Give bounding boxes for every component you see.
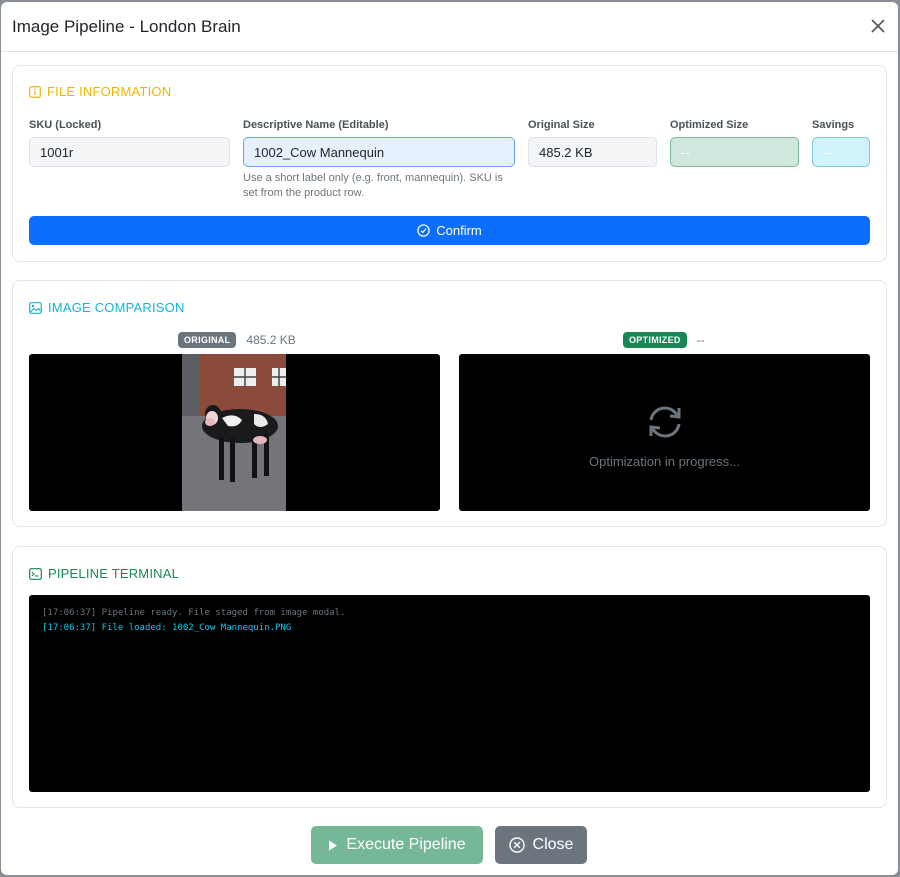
optimized-image-pane: Optimization in progress... <box>459 354 870 511</box>
sku-field: 1001r <box>29 137 230 167</box>
savings-label: Savings <box>812 119 855 131</box>
close-button[interactable]: Close <box>495 826 587 864</box>
close-label: Close <box>532 836 574 853</box>
optimization-progress-text: Optimization in progress... <box>588 454 740 469</box>
execute-pipeline-button[interactable]: Execute Pipeline <box>311 826 483 864</box>
terminal-output[interactable]: [17:06:37] Pipeline ready. File staged f… <box>29 595 870 792</box>
play-icon <box>329 840 338 850</box>
savings-field: -- <box>812 137 870 167</box>
modal-header: Image Pipeline - London Brain <box>1 2 898 52</box>
confirm-label: Confirm <box>436 223 482 238</box>
original-badge: ORIGINAL <box>178 332 237 348</box>
check-circle-icon <box>417 224 430 237</box>
descriptive-name-input[interactable]: 1002_Cow Mannequin <box>243 137 515 167</box>
original-meta: ORIGINAL 485.2 KB <box>178 332 296 348</box>
file-information-title: FILE INFORMATION <box>47 84 172 99</box>
original-size-label: Original Size <box>528 119 595 131</box>
info-icon <box>29 85 41 98</box>
optimized-file-size: -- <box>696 333 705 347</box>
optimization-status: Optimization in progress... <box>459 404 870 469</box>
optimized-size-label: Optimized Size <box>670 119 749 131</box>
file-information-heading: FILE INFORMATION <box>29 84 171 99</box>
original-file-size: 485.2 KB <box>246 333 296 347</box>
image-comparison-title: IMAGE COMPARISON <box>48 300 185 315</box>
descriptive-name-help: Use a short label only (e.g. front, mann… <box>243 172 503 199</box>
terminal-icon <box>29 567 42 580</box>
optimized-badge: OPTIMIZED <box>623 332 687 348</box>
original-image-pane <box>29 354 440 511</box>
file-information-card: FILE INFORMATION SKU (Locked) 1001r Desc… <box>12 65 887 262</box>
image-pipeline-modal: Image Pipeline - London Brain FILE INFOR… <box>1 2 898 875</box>
pipeline-terminal-heading: PIPELINE TERMINAL <box>29 566 179 581</box>
pipeline-terminal-card: PIPELINE TERMINAL [17:06:37] Pipeline re… <box>12 546 887 808</box>
descriptive-name-label: Descriptive Name (Editable) <box>243 119 389 131</box>
close-circle-icon <box>508 837 525 853</box>
optimized-size-field: -- <box>670 137 799 167</box>
confirm-button[interactable]: Confirm <box>29 216 870 245</box>
modal-title: Image Pipeline - London Brain <box>12 16 241 36</box>
pipeline-terminal-title: PIPELINE TERMINAL <box>48 566 180 581</box>
terminal-line: [17:06:37] File loaded: 1002_Cow Mannequ… <box>42 623 292 633</box>
original-image <box>182 354 286 511</box>
image-comparison-heading: IMAGE COMPARISON <box>29 300 185 315</box>
image-icon <box>29 301 42 314</box>
close-icon[interactable] <box>868 16 888 36</box>
optimized-meta: OPTIMIZED -- <box>623 332 705 348</box>
terminal-line: [17:06:37] Pipeline ready. File staged f… <box>42 608 346 618</box>
execute-pipeline-label: Execute Pipeline <box>346 836 466 853</box>
image-comparison-card: IMAGE COMPARISON ORIGINAL 485.2 KB OPTIM… <box>12 280 887 527</box>
original-size-field: 485.2 KB <box>528 137 657 167</box>
sku-label: SKU (Locked) <box>29 119 102 131</box>
sync-icon <box>649 406 680 438</box>
